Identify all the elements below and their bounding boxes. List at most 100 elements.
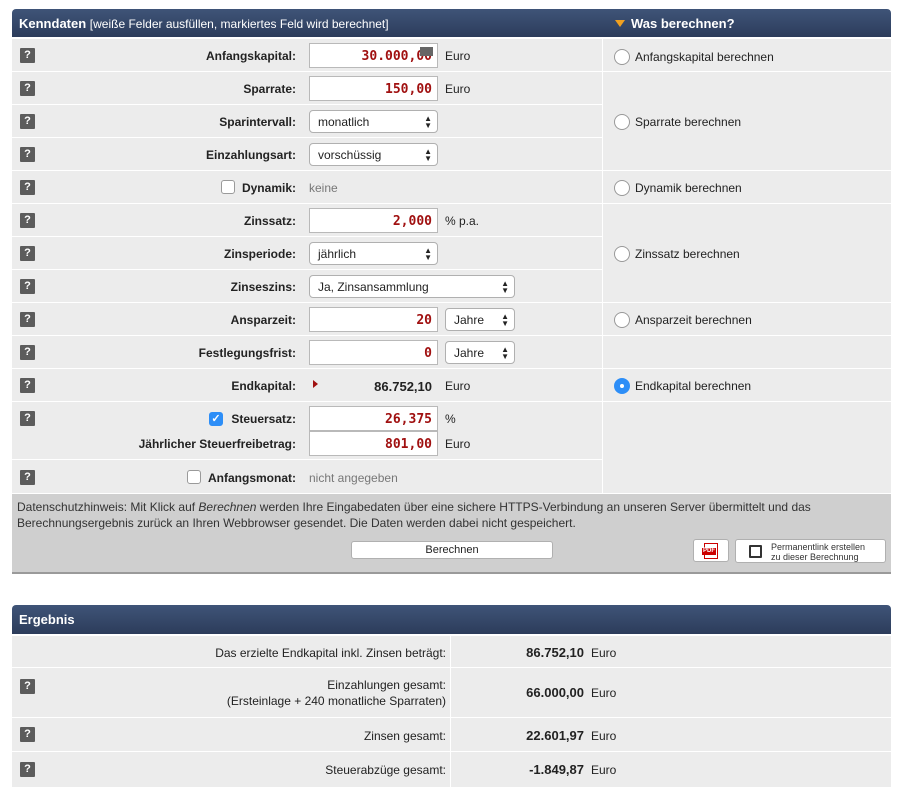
triangle-down-icon [615,20,625,27]
result-value: 22.601,97 [526,728,584,743]
select-arrows-icon: ▲ ▼ [424,147,432,163]
option-anfangskapital[interactable]: Anfangskapital berechnen [602,39,891,72]
help-icon[interactable]: ? [20,378,35,393]
radio-anfangskapital[interactable] [614,49,630,65]
steuersatz-input[interactable]: 26,375 [309,406,438,431]
result-value: -1.849,87 [529,762,584,777]
help-icon[interactable]: ? [20,147,35,162]
sparrate-label: Sparrate: [243,82,296,96]
freibetrag-input[interactable]: 801,00 [309,431,438,456]
select-arrows-icon: ▲ ▼ [501,279,509,295]
anfangskapital-label: Anfangskapital: [205,49,296,63]
einzahlungsart-select[interactable]: vorschüssig ▲ ▼ [309,143,438,166]
kenndaten-subtitle: [weiße Felder ausfüllen, markiertes Feld… [89,17,389,31]
radio-sparrate[interactable] [614,114,630,130]
help-icon[interactable]: ? [20,48,35,63]
steuersatz-label: Steuersatz: [231,412,296,426]
help-icon[interactable]: ? [20,81,35,96]
help-icon[interactable]: ? [20,470,35,485]
kenndaten-title: Kenndaten [19,16,87,31]
anfangsmonat-label: Anfangsmonat: [208,471,296,485]
anfangsmonat-checkbox[interactable] [187,470,201,484]
option-dynamik-label: Dynamik berechnen [635,181,742,195]
sparintervall-select[interactable]: monatlich ▲ ▼ [309,110,438,133]
help-icon[interactable]: ? [20,727,35,742]
pdf-button[interactable]: PDF [693,539,729,562]
result-unit: Euro [591,729,617,743]
festlegungsfrist-unit: Jahre [454,346,485,360]
sparrate-input[interactable]: 150,00 [309,76,438,101]
festlegungsfrist-input[interactable]: 0 [309,340,438,365]
row-endkapital: ? Endkapital: 86.752,10 Euro [12,369,602,402]
dynamik-checkbox[interactable] [221,180,235,194]
ergebnis-title: Ergebnis [19,612,75,627]
help-icon[interactable]: ? [20,411,35,426]
permalink-button[interactable]: Permanentlink erstellen zu dieser Berech… [735,539,886,563]
help-icon[interactable]: ? [20,679,35,694]
freibetrag-unit: Euro [445,437,471,451]
steuersatz-checkbox[interactable]: ✓ [209,412,223,426]
ansparzeit-input[interactable]: 20 [309,307,438,332]
help-icon[interactable]: ? [20,246,35,261]
result-row-steuerabzuege: ? Steuerabzüge gesamt: -1.849,87 Euro [12,752,891,787]
ansparzeit-unit: Jahre [454,313,485,327]
help-icon[interactable]: ? [20,114,35,129]
anfangsmonat-value: nicht angegeben [309,471,398,485]
result-unit: Euro [591,686,617,700]
zinseszins-select[interactable]: Ja, Zinsansammlung ▲ ▼ [309,275,515,298]
privacy-note-area: Datenschutzhinweis: Mit Klick auf Berech… [12,494,891,574]
zinssatz-unit: % p.a. [445,214,480,228]
anfangskapital-unit: Euro [445,49,471,63]
row-anfangsmonat: ? Anfangsmonat: nicht angegeben [12,460,602,494]
help-icon[interactable]: ? [20,312,35,327]
row-zinssatz: ? Zinssatz: 2,000 % p.a. [12,204,602,237]
help-icon[interactable]: ? [20,345,35,360]
steuersatz-unit: % [445,412,456,426]
option-ansparzeit[interactable]: Ansparzeit berechnen [602,303,891,336]
option-sparrate[interactable]: Sparrate berechnen [602,72,891,171]
option-ansparzeit-label: Ansparzeit berechnen [635,313,752,327]
option-endkapital[interactable]: Endkapital berechnen [602,369,891,402]
help-icon[interactable]: ? [20,213,35,228]
option-dynamik[interactable]: Dynamik berechnen [602,171,891,204]
result-label: Zinsen gesamt: [363,729,446,743]
row-ansparzeit: ? Ansparzeit: 20 Jahre ▲ ▼ [12,303,602,336]
option-endkapital-label: Endkapital berechnen [635,379,752,393]
zinseszins-value: Ja, Zinsansammlung [318,280,429,294]
select-arrows-icon: ▲ ▼ [501,345,509,361]
result-value: 66.000,00 [526,685,584,700]
zinsperiode-select[interactable]: jährlich ▲ ▼ [309,242,438,265]
radio-zinssatz[interactable] [614,246,630,262]
result-value: 86.752,10 [526,645,584,660]
help-icon[interactable]: ? [20,279,35,294]
option-zinssatz-label: Zinssatz berechnen [635,247,740,261]
help-icon[interactable]: ? [20,180,35,195]
radio-endkapital[interactable] [614,378,630,394]
option-zinssatz[interactable]: Zinssatz berechnen [602,204,891,303]
help-icon[interactable]: ? [20,762,35,777]
sparintervall-value: monatlich [318,115,370,129]
option-anfangskapital-label: Anfangskapital berechnen [635,50,774,64]
ergebnis-header: Ergebnis [12,605,891,634]
privacy-note: Datenschutzhinweis: Mit Klick auf Berech… [17,500,811,530]
row-festlegungsfrist: ? Festlegungsfrist: 0 Jahre ▲ ▼ [12,336,602,369]
ansparzeit-unit-select[interactable]: Jahre ▲ ▼ [445,308,515,331]
keypad-icon[interactable] [420,47,433,56]
berechnen-button[interactable]: Berechnen [351,541,553,559]
dynamik-label: Dynamik: [241,181,296,195]
radio-ansparzeit[interactable] [614,312,630,328]
row-zinseszins: ? Zinseszins: Ja, Zinsansammlung ▲ ▼ [12,270,602,303]
zinseszins-label: Zinseszins: [230,280,296,294]
result-row-endkapital: Das erzielte Endkapital inkl. Zinsen bet… [12,636,891,668]
zinssatz-input[interactable]: 2,000 [309,208,438,233]
result-label: Einzahlungen gesamt: (Ersteinlage + 240 … [226,678,446,708]
anfangskapital-input[interactable]: 30.000,00 [309,43,438,68]
endkapital-unit: Euro [445,379,471,393]
endkapital-output: 86.752,10 [309,373,438,398]
floppy-disk-icon [749,545,762,558]
option-empty [602,336,891,369]
select-arrows-icon: ▲ ▼ [424,114,432,130]
festlegungsfrist-unit-select[interactable]: Jahre ▲ ▼ [445,341,515,364]
radio-dynamik[interactable] [614,180,630,196]
row-steuer: ? ✓ Steuersatz: 26,375 % Jährlicher Steu… [12,402,602,460]
